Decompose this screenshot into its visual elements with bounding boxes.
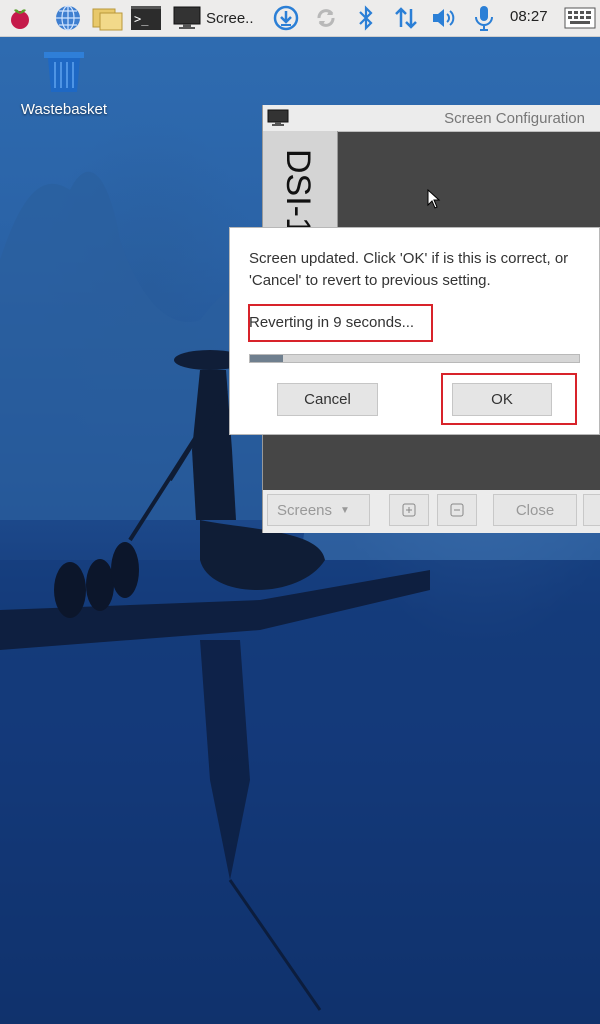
ok-button[interactable]: OK: [452, 383, 552, 416]
display-tab-dsi[interactable]: DSI-1: [263, 131, 338, 231]
progress-fill: [250, 355, 283, 362]
sync-icon[interactable]: [312, 4, 340, 32]
cancel-label: Cancel: [304, 391, 351, 408]
download-icon[interactable]: [272, 4, 300, 32]
taskbar-window-title: Scree..: [206, 9, 254, 27]
desktop-icon-label: Wastebasket: [20, 101, 108, 118]
keyboard-icon[interactable]: [564, 4, 596, 32]
mouse-cursor-icon: [427, 188, 441, 214]
countdown-text: Reverting in 9 seconds...: [249, 314, 415, 331]
display-tab-label: DSI-1: [279, 149, 317, 231]
taskbar-window-button[interactable]: Scree..: [172, 2, 266, 34]
zoom-in-button[interactable]: [389, 494, 429, 526]
trash-icon: [44, 52, 84, 92]
terminal-icon[interactable]: >_: [130, 4, 162, 32]
dialog-message: Screen updated. Click 'OK' if is this is…: [249, 250, 569, 289]
monitor-icon: [173, 6, 201, 29]
apply-button-partial[interactable]: [583, 494, 600, 526]
window-monitor-icon: [267, 109, 289, 126]
taskbar: >_ Scree.. 08:27: [0, 0, 600, 37]
revert-progress-bar: [249, 354, 580, 363]
screens-label: Screens: [277, 501, 333, 519]
screens-menu-button[interactable]: Screens ▼: [267, 494, 370, 526]
zoom-out-icon: [450, 503, 464, 517]
bluetooth-icon[interactable]: [352, 4, 380, 32]
network-icon[interactable]: [392, 4, 420, 32]
window-toolbar: Screens ▼ Close: [263, 490, 600, 533]
web-browser-icon[interactable]: [54, 4, 82, 32]
zoom-in-icon: [402, 503, 416, 517]
microphone-icon[interactable]: [470, 4, 498, 32]
close-label: Close: [515, 501, 555, 519]
file-manager-icon[interactable]: [92, 4, 124, 32]
zoom-out-button[interactable]: [437, 494, 477, 526]
chevron-down-icon: ▼: [340, 504, 350, 516]
clock[interactable]: 08:27: [510, 8, 548, 25]
terminal-glyph: >_: [131, 6, 161, 30]
close-button[interactable]: Close: [493, 494, 577, 526]
window-titlebar[interactable]: Screen Configuration: [263, 105, 600, 132]
window-title: Screen Configuration: [444, 110, 585, 127]
volume-icon[interactable]: [430, 4, 458, 32]
screen-update-dialog: Screen updated. Click 'OK' if is this is…: [229, 227, 600, 435]
desktop-icon-wastebasket[interactable]: Wastebasket: [14, 50, 114, 118]
ok-label: OK: [491, 391, 513, 408]
cancel-button[interactable]: Cancel: [277, 383, 378, 416]
raspberry-menu-icon[interactable]: [6, 4, 34, 32]
